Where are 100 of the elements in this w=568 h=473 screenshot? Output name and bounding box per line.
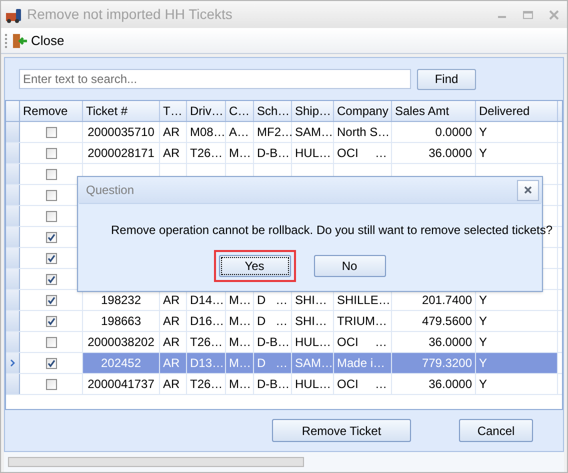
table-cell-text: HUL… <box>295 334 332 351</box>
table-cell-text: D-B… <box>257 145 290 162</box>
table-cell-text: AR <box>163 145 180 162</box>
table-cell-text: D16… <box>190 313 224 330</box>
table-cell-text: Y <box>479 313 488 330</box>
table-cell-text: AR <box>163 334 180 351</box>
table-cell-text: M… <box>229 355 251 372</box>
checkbox[interactable] <box>46 126 56 138</box>
checkbox[interactable] <box>46 232 56 242</box>
door-exit-icon <box>12 32 28 48</box>
table-cell-text: SAM… <box>295 124 334 141</box>
maximize-icon[interactable] <box>523 10 533 20</box>
horizontal-scrollbar[interactable] <box>8 457 304 467</box>
table-cell-text: Y <box>479 145 488 162</box>
table-cell-text: 198663 <box>100 313 142 330</box>
table-cell-text: OCI … <box>337 334 388 351</box>
checkbox[interactable] <box>46 210 56 222</box>
no-button[interactable]: No <box>314 255 386 277</box>
column-header[interactable]: Company <box>334 101 392 121</box>
column-header[interactable]: Ticket # <box>83 101 160 121</box>
checkbox[interactable] <box>46 252 56 264</box>
table-cell-text: SHILLE… <box>337 292 390 309</box>
table-cell-text: 0.0000 <box>435 124 472 141</box>
table-cell-text: SAM… <box>295 355 334 372</box>
row-header[interactable] <box>6 227 20 247</box>
table-cell-text: Y <box>479 124 488 141</box>
row-header[interactable] <box>6 269 20 289</box>
table-cell-text: D … <box>257 292 288 309</box>
table-cell-text: Y <box>479 376 488 393</box>
table-cell-text: AR <box>163 355 180 372</box>
row-header[interactable] <box>6 248 20 268</box>
column-header[interactable]: Ship… <box>292 101 334 121</box>
table-cell-text: 2000038202 <box>88 334 154 351</box>
column-header[interactable]: T… <box>160 101 187 121</box>
table-cell-text: TRIUM… <box>337 313 387 330</box>
table-cell-text: T26… <box>190 334 223 351</box>
search-field[interactable]: Enter text to search... <box>19 69 411 89</box>
table-cell-text: HUL… <box>295 376 332 393</box>
table-cell-text: SHI… <box>295 292 328 309</box>
dialog-title: Question <box>86 182 136 199</box>
table-cell-text: OCI … <box>337 145 388 162</box>
row-header[interactable] <box>6 122 20 142</box>
table-cell-text: AR <box>163 376 180 393</box>
table-cell-text: 202452 <box>100 355 142 372</box>
column-header[interactable]: Remove <box>20 101 83 121</box>
table-cell-text: Y <box>479 292 488 309</box>
row-header[interactable] <box>6 143 20 163</box>
close-icon <box>524 186 532 194</box>
column-header[interactable]: Driv… <box>187 101 226 121</box>
find-button[interactable]: Find <box>417 68 476 90</box>
table-cell-text: D-B… <box>257 334 290 351</box>
checkbox[interactable] <box>46 316 56 326</box>
table-cell-text: Made i… <box>337 355 386 372</box>
table-cell-text: AR <box>163 313 180 330</box>
checkbox[interactable] <box>46 336 56 348</box>
table-cell-text: OCI … <box>337 376 388 393</box>
table-cell-text: M… <box>229 376 251 393</box>
close-button[interactable] <box>517 180 539 200</box>
table-cell-text: D-B… <box>257 376 290 393</box>
table-cell-text: A… <box>229 124 250 141</box>
table-cell-text: North S… <box>337 124 390 141</box>
checkbox[interactable] <box>46 168 56 180</box>
row-header[interactable] <box>6 311 20 331</box>
row-header[interactable] <box>6 185 20 205</box>
row-header[interactable] <box>6 374 20 394</box>
row-header[interactable] <box>6 332 20 352</box>
table-cell-text: 36.0000 <box>428 145 472 162</box>
table-cell-text: T26… <box>190 145 223 162</box>
table-cell-text: D … <box>257 313 288 330</box>
row-header[interactable] <box>6 290 20 310</box>
table-cell-text: 36.0000 <box>428 334 472 351</box>
checkbox[interactable] <box>46 148 56 158</box>
column-header[interactable]: Sales Amt <box>392 101 476 121</box>
column-header[interactable]: Sch… <box>254 101 292 121</box>
table-cell-text: M… <box>229 313 251 330</box>
close-button[interactable]: Close <box>10 30 66 52</box>
yes-button[interactable]: Yes <box>218 255 290 277</box>
table-cell-text: HUL… <box>295 145 332 162</box>
checkbox[interactable] <box>46 274 56 284</box>
table-cell-text: AR <box>163 124 180 141</box>
table-cell-text: M… <box>229 292 251 309</box>
table-cell-text: Y <box>479 334 488 351</box>
table-cell-text: D … <box>257 355 288 372</box>
checkbox[interactable] <box>46 358 56 368</box>
row-header[interactable] <box>6 164 20 184</box>
row-header[interactable] <box>6 206 20 226</box>
table-cell-text: 2000028171 <box>88 145 154 162</box>
row-header[interactable] <box>6 353 20 373</box>
column-header[interactable]: Delivered <box>476 101 558 121</box>
column-header[interactable]: C… <box>226 101 254 121</box>
close-icon[interactable] <box>549 10 559 20</box>
remove-ticket-button[interactable]: Remove Ticket <box>272 419 411 442</box>
table-cell-text: 479.5600 <box>422 313 472 330</box>
checkbox[interactable] <box>46 190 56 200</box>
table-cell-text: T26… <box>190 376 223 393</box>
cancel-button[interactable]: Cancel <box>459 419 533 442</box>
current-row-icon <box>10 359 15 367</box>
checkbox[interactable] <box>46 378 56 390</box>
table-cell-text: SHI… <box>295 313 328 330</box>
checkbox[interactable] <box>46 294 56 306</box>
